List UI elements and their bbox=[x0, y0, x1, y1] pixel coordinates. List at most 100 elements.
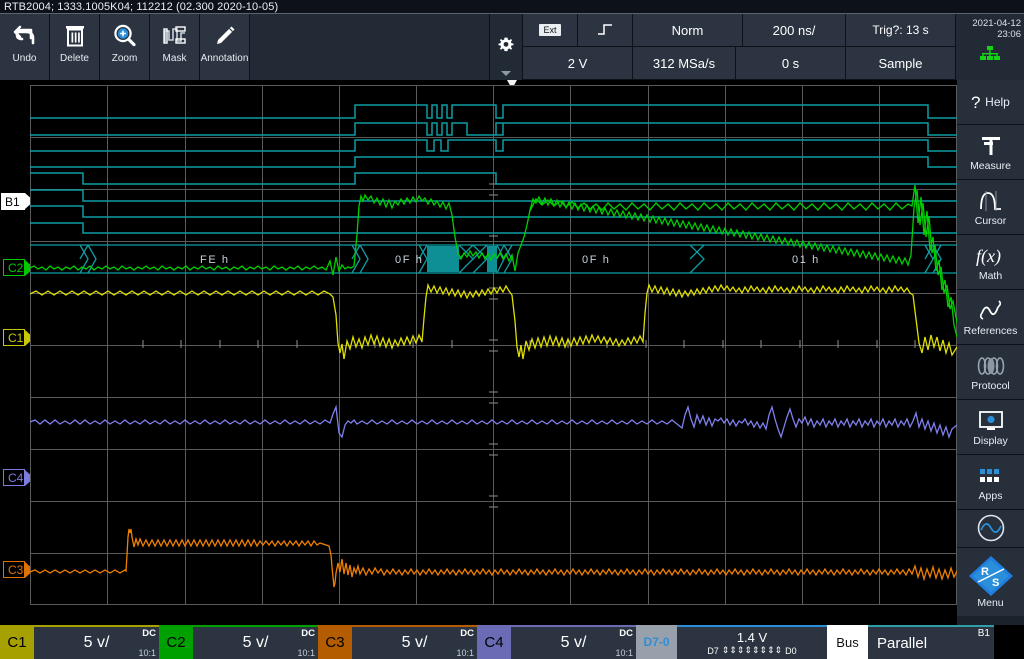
side-menu-item-measure[interactable]: Measure bbox=[957, 125, 1024, 180]
clock-area: 2021-04-12 23:06 bbox=[956, 14, 1024, 80]
channel-tag-c3[interactable]: C3 bbox=[318, 625, 352, 659]
rs-logo-icon: RS bbox=[968, 556, 1014, 596]
side-menu-label: Apps bbox=[979, 490, 1003, 502]
channel-scale: 5 v/ bbox=[561, 634, 587, 652]
svg-text:?: ? bbox=[971, 93, 980, 111]
gear-icon bbox=[496, 35, 516, 60]
channel-marker-c3[interactable]: C3 bbox=[3, 561, 25, 578]
timebase-cell[interactable]: 200 ns/ bbox=[743, 14, 846, 47]
side-menu-item-protocol[interactable]: Protocol bbox=[957, 345, 1024, 400]
side-menu-label: Measure bbox=[970, 160, 1011, 172]
channel-coupling: DC bbox=[619, 628, 633, 639]
bus-value: 0F h bbox=[582, 254, 610, 266]
digital-settings[interactable]: 1.4 V D7 ⇕⇕⇕⇕⇕⇕⇕⇕ D0 bbox=[677, 625, 827, 659]
horizontal-offset-cell[interactable]: 0 s bbox=[736, 47, 846, 80]
side-menu-item-menu[interactable]: RS Menu bbox=[957, 548, 1024, 616]
channel-settings-c4[interactable]: 5 v/ DC 10:1 bbox=[511, 625, 636, 659]
channel-settings-c1[interactable]: 5 v/ DC 10:1 bbox=[34, 625, 159, 659]
delete-label: Delete bbox=[60, 53, 89, 64]
channel-tag-c1[interactable]: C1 bbox=[0, 625, 34, 659]
digital-bit-range: D7 ⇕⇕⇕⇕⇕⇕⇕⇕ D0 bbox=[707, 645, 796, 656]
trigger-slope-cell[interactable] bbox=[578, 14, 633, 47]
channel-coupling: DC bbox=[301, 628, 315, 639]
channel-marker-c2[interactable]: C2 bbox=[3, 259, 25, 276]
delete-button[interactable]: Delete bbox=[50, 14, 100, 80]
window-title-bar: RTB2004; 1333.1005K04; 112212 (02.300 20… bbox=[0, 0, 1024, 14]
trash-icon bbox=[63, 21, 87, 51]
date-label: 2021-04-12 bbox=[956, 18, 1024, 29]
bus-id: B1 bbox=[978, 628, 990, 639]
channel-marker-label: C2 bbox=[8, 261, 23, 275]
side-menu-item-apps[interactable]: Apps bbox=[957, 455, 1024, 510]
channel-tag-label: C4 bbox=[484, 634, 503, 651]
side-menu: ? Help Measure Cursor f(x) Math bbox=[957, 80, 1024, 625]
settings-button[interactable] bbox=[490, 14, 523, 80]
trigger-mode-cell[interactable]: Norm bbox=[633, 14, 743, 47]
trigger-source-value: Ext bbox=[539, 24, 560, 36]
channel-bar: C1 5 v/ DC 10:1 C2 5 v/ DC 10:1 C3 5 v/ … bbox=[0, 625, 1024, 659]
channel-marker-label: C1 bbox=[8, 331, 23, 345]
side-menu-label: References bbox=[964, 325, 1018, 337]
channel-coupling: DC bbox=[460, 628, 474, 639]
trigger-source-cell[interactable]: Ext bbox=[523, 14, 578, 47]
lan-icon bbox=[979, 45, 1001, 66]
svg-text:R: R bbox=[981, 566, 989, 578]
channel-tag-label: C3 bbox=[325, 634, 344, 651]
channel-scale: 5 v/ bbox=[243, 634, 269, 652]
trigger-level-cell[interactable]: 2 V bbox=[523, 47, 633, 80]
side-menu-item-display[interactable]: Display bbox=[957, 400, 1024, 455]
bus-marker-label: B1 bbox=[5, 195, 20, 209]
sample-rate-cell[interactable]: 312 MSa/s bbox=[633, 47, 736, 80]
channel-tag-label: C1 bbox=[7, 634, 26, 651]
zoom-button[interactable]: Zoom bbox=[100, 14, 150, 80]
side-menu-label: Display bbox=[973, 435, 1007, 447]
monitor-icon bbox=[977, 408, 1005, 434]
side-menu-label: Menu bbox=[977, 597, 1003, 609]
channel-attenuation: 10:1 bbox=[456, 648, 474, 658]
sine-wave-icon bbox=[976, 515, 1006, 541]
side-menu-label: Protocol bbox=[971, 380, 1010, 392]
apps-grid-icon bbox=[978, 463, 1004, 489]
channel-attenuation: 10:1 bbox=[297, 648, 315, 658]
side-menu-item-help[interactable]: ? Help bbox=[957, 80, 1024, 125]
channel-tag-label: C2 bbox=[166, 634, 185, 651]
bus-name: Parallel bbox=[877, 635, 927, 652]
mask-button[interactable]: Mask bbox=[150, 14, 200, 80]
digital-threshold: 1.4 V bbox=[737, 630, 767, 645]
digital-left-bit: D7 bbox=[707, 646, 719, 656]
channel-attenuation: 10:1 bbox=[615, 648, 633, 658]
digital-tag-d7-0[interactable]: D7-0 bbox=[636, 625, 677, 659]
bus-tag[interactable]: Bus bbox=[827, 625, 868, 659]
mask-icon bbox=[162, 21, 188, 51]
channel-marker-c1[interactable]: C1 bbox=[3, 329, 25, 346]
annotation-button[interactable]: Annotation bbox=[200, 14, 250, 80]
side-menu-item-math[interactable]: f(x) Math bbox=[957, 235, 1024, 290]
bus-settings[interactable]: Parallel B1 bbox=[868, 625, 994, 659]
toolbar-filler bbox=[250, 14, 490, 80]
time-label: 23:06 bbox=[956, 29, 1024, 40]
side-menu-item-references[interactable]: References bbox=[957, 290, 1024, 345]
oscilloscope-screen: RTB2004; 1333.1005K04; 112212 (02.300 20… bbox=[0, 0, 1024, 659]
channel-scale: 5 v/ bbox=[402, 634, 428, 652]
trigger-status-cell[interactable]: Trig?: 13 s bbox=[846, 14, 956, 47]
bus-marker-b1[interactable]: B1 bbox=[1, 193, 25, 210]
acquisition-mode-cell[interactable]: Sample bbox=[846, 47, 956, 80]
channel-marker-c4[interactable]: C4 bbox=[3, 469, 25, 486]
bus-tag-label: Bus bbox=[836, 635, 858, 650]
side-menu-label: Math bbox=[979, 270, 1002, 282]
scope-display[interactable]: 1.28 280 m -720 m -1.72 -2.72 -3.72 -4.7… bbox=[0, 80, 957, 625]
channel-settings-c2[interactable]: 5 v/ DC 10:1 bbox=[193, 625, 318, 659]
side-menu-item-cursor[interactable]: Cursor bbox=[957, 180, 1024, 235]
measure-icon bbox=[978, 133, 1004, 159]
chevron-down-icon bbox=[501, 71, 511, 76]
side-menu-item-waveform[interactable] bbox=[957, 510, 1024, 548]
undo-button[interactable]: Undo bbox=[0, 14, 50, 80]
channel-tag-c2[interactable]: C2 bbox=[159, 625, 193, 659]
channel-tag-c4[interactable]: C4 bbox=[477, 625, 511, 659]
channel-marker-label: C4 bbox=[8, 471, 23, 485]
channel-settings-c3[interactable]: 5 v/ DC 10:1 bbox=[352, 625, 477, 659]
channel-scale: 5 v/ bbox=[84, 634, 110, 652]
waveform-plot[interactable]: FE h 0F h 0F h 01 h bbox=[30, 85, 957, 605]
annotation-label: Annotation bbox=[201, 53, 249, 64]
channel-bar-filler bbox=[994, 625, 1024, 659]
